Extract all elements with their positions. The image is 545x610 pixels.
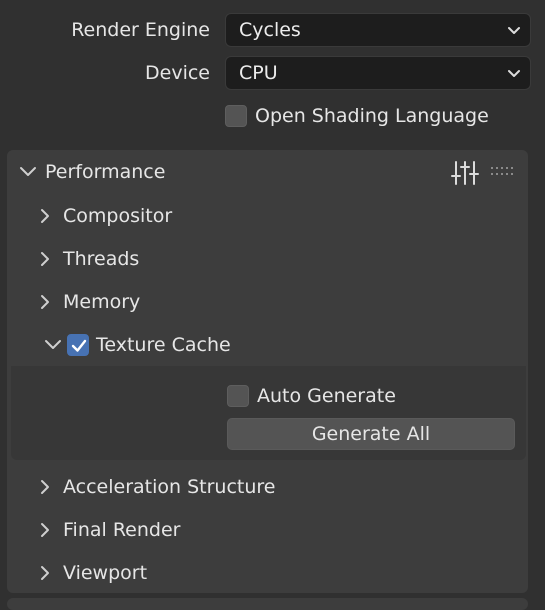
- auto-generate-label: Auto Generate: [257, 385, 396, 407]
- next-panel-edge: [7, 598, 528, 610]
- subpanel-label: Memory: [63, 291, 141, 313]
- subpanel-viewport[interactable]: Viewport: [37, 553, 147, 593]
- generate-all-button[interactable]: Generate All: [227, 418, 515, 450]
- subpanel-label: Threads: [63, 248, 140, 270]
- chevron-down-icon: [508, 70, 520, 77]
- subpanel-texture-cache[interactable]: Texture Cache: [44, 325, 231, 365]
- chevron-right-icon: [41, 209, 49, 223]
- subpanel-label: Compositor: [63, 205, 173, 227]
- subpanel-threads[interactable]: Threads: [37, 239, 139, 279]
- performance-title: Performance: [45, 161, 166, 183]
- device-dropdown[interactable]: CPU: [225, 56, 531, 90]
- checkmark-icon: [71, 339, 87, 352]
- subpanel-compositor[interactable]: Compositor: [37, 196, 172, 236]
- auto-generate-option[interactable]: Auto Generate: [227, 385, 396, 407]
- osl-option[interactable]: Open Shading Language: [225, 105, 489, 127]
- render-engine-value: Cycles: [239, 19, 301, 41]
- chevron-down-icon: [45, 340, 61, 349]
- chevron-right-icon: [41, 566, 49, 580]
- render-engine-row: Render Engine Cycles: [0, 13, 545, 47]
- chevron-down-icon: [20, 167, 36, 176]
- subpanel-label: Final Render: [63, 519, 181, 541]
- subpanel-memory[interactable]: Memory: [37, 282, 140, 322]
- drag-grip-icon[interactable]: [491, 167, 513, 177]
- device-value: CPU: [239, 62, 278, 84]
- subpanel-final-render[interactable]: Final Render: [37, 510, 180, 550]
- chevron-right-icon: [41, 252, 49, 266]
- render-engine-label: Render Engine: [71, 19, 210, 41]
- render-engine-dropdown[interactable]: Cycles: [225, 13, 531, 47]
- device-row: Device CPU: [0, 56, 545, 90]
- performance-panel-header[interactable]: Performance: [7, 150, 528, 194]
- auto-generate-checkbox[interactable]: [227, 385, 249, 407]
- subpanel-label: Viewport: [63, 562, 148, 584]
- subpanel-acceleration-structure[interactable]: Acceleration Structure: [37, 467, 276, 507]
- subpanel-label: Acceleration Structure: [63, 476, 276, 498]
- osl-label: Open Shading Language: [255, 105, 489, 127]
- sliders-icon[interactable]: [451, 159, 479, 187]
- chevron-right-icon: [41, 523, 49, 537]
- osl-checkbox[interactable]: [225, 105, 247, 127]
- subpanel-label: Texture Cache: [96, 334, 231, 356]
- chevron-right-icon: [41, 480, 49, 494]
- chevron-right-icon: [41, 295, 49, 309]
- texture-cache-checkbox[interactable]: [67, 334, 89, 356]
- device-label: Device: [145, 62, 210, 84]
- chevron-down-icon: [508, 27, 520, 34]
